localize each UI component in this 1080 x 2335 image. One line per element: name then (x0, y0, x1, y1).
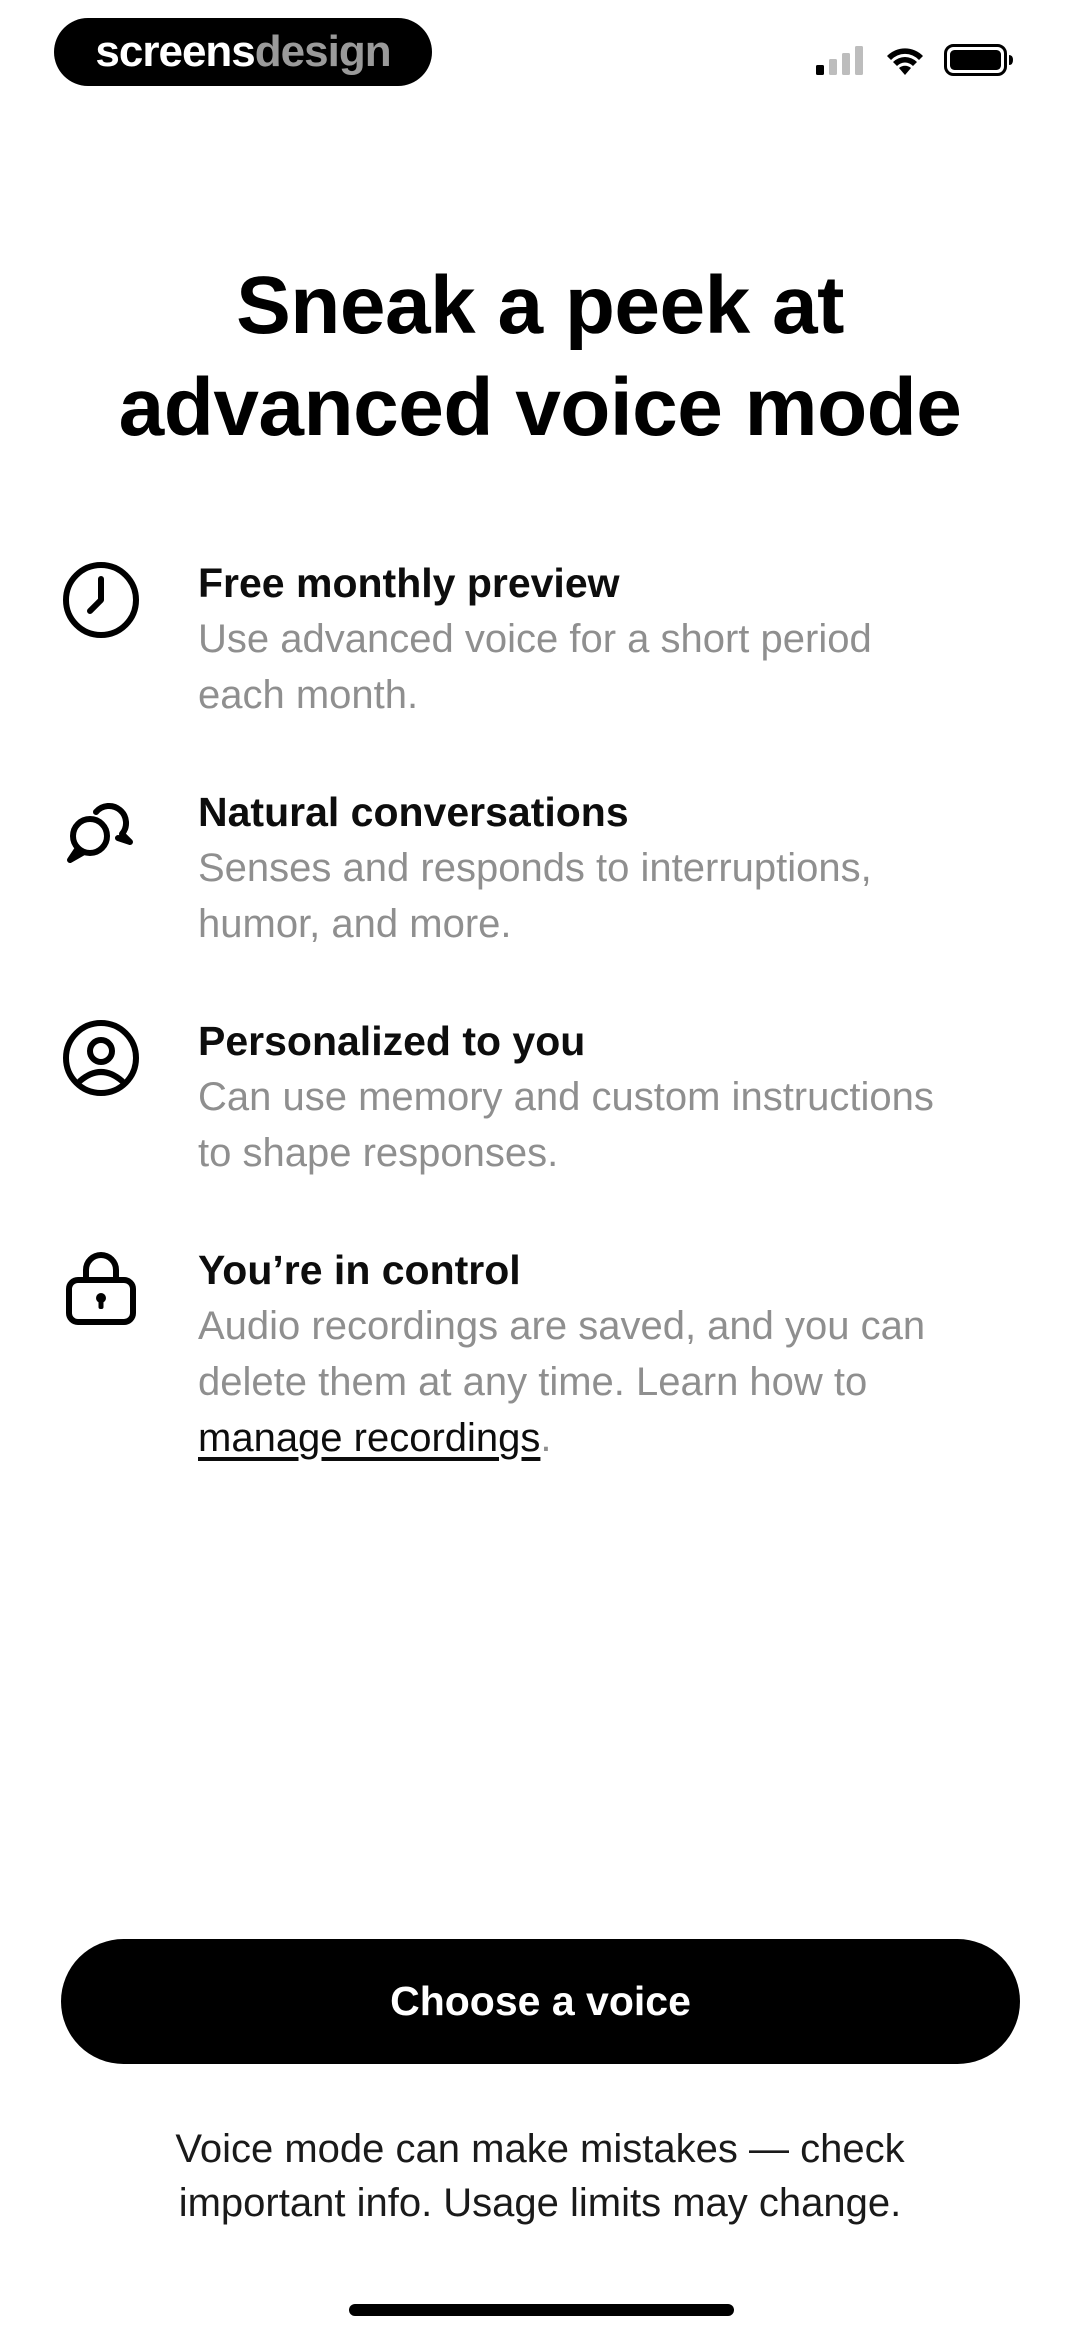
feature-item-free-monthly-preview: Free monthly preview Use advanced voice … (60, 555, 1020, 784)
feature-text: You’re in control Audio recordings are s… (198, 1242, 1018, 1466)
feature-text: Free monthly preview Use advanced voice … (198, 555, 1018, 723)
feature-title: Personalized to you (198, 1018, 586, 1064)
feature-title: Free monthly preview (198, 560, 620, 606)
manage-recordings-link[interactable]: manage recordings (198, 1416, 540, 1460)
disclaimer-line-1: Voice mode can make mistakes — check (175, 2127, 905, 2171)
lock-icon (66, 1252, 136, 1325)
page-title-line-1: Sneak a peek at (236, 260, 844, 351)
feature-title: Natural conversations (198, 789, 629, 835)
cellular-signal-icon (816, 46, 863, 75)
feature-description-line-1: Use advanced voice for a short period (198, 617, 872, 661)
page-title: Sneak a peek at advanced voice mode (40, 255, 1040, 459)
feature-item-in-control: You’re in control Audio recordings are s… (60, 1242, 1020, 1471)
feature-title: You’re in control (198, 1247, 521, 1293)
feature-item-personalized: Personalized to you Can use memory and c… (60, 1013, 1020, 1242)
clock-icon (63, 562, 139, 638)
feature-description-line-3: manage recordings. (198, 1410, 1018, 1466)
disclaimer-line-2: important info. Usage limits may change. (178, 2181, 902, 2225)
feature-description-line-2: humor, and more. (198, 902, 512, 946)
choose-voice-button[interactable]: Choose a voice (61, 1939, 1020, 2064)
feature-description-line-1: Can use memory and custom instructions (198, 1075, 934, 1119)
feature-description-line-2: to shape responses. (198, 1131, 559, 1175)
feature-description-line-2: delete them at any time. Learn how to (198, 1360, 868, 1404)
link-suffix: . (540, 1416, 552, 1460)
screen: screens design Sneak a peek at advanced … (0, 0, 1080, 2335)
status-icons (816, 42, 1014, 78)
brand-primary-text: screens (95, 27, 255, 76)
disclaimer: Voice mode can make mistakes — check imp… (60, 2122, 1020, 2230)
feature-text: Natural conversations Senses and respond… (198, 784, 1018, 952)
brand-secondary-text: design (254, 27, 392, 76)
feature-list: Free monthly preview Use advanced voice … (60, 555, 1020, 1471)
status-bar: screens design (0, 0, 1080, 110)
wifi-icon (887, 48, 923, 75)
feature-description-line-1: Audio recordings are saved, and you can (198, 1304, 926, 1348)
feature-description-line-1: Senses and responds to interruptions, (198, 846, 872, 890)
feature-description-line-2: each month. (198, 673, 419, 717)
brand-logo: screens design (54, 18, 432, 86)
person-circle-icon (63, 1020, 139, 1096)
speech-bubbles-icon (67, 803, 133, 863)
feature-text: Personalized to you Can use memory and c… (198, 1013, 1018, 1181)
feature-item-natural-conversations: Natural conversations Senses and respond… (60, 784, 1020, 1013)
battery-icon (944, 44, 1013, 76)
home-indicator[interactable] (349, 2304, 734, 2316)
page-title-line-2: advanced voice mode (118, 362, 962, 453)
